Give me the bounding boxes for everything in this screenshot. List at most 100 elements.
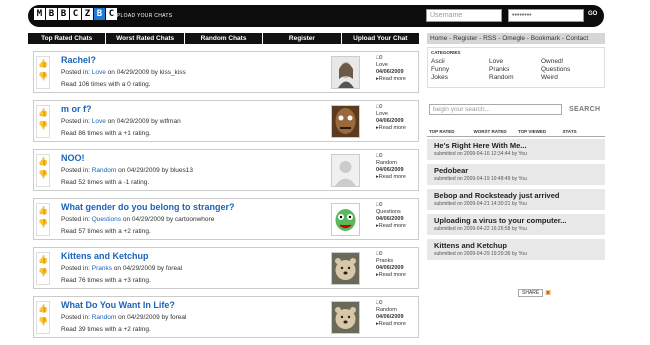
- top-list-item[interactable]: Kittens and Ketchup submitted on 2009-04…: [427, 239, 605, 260]
- category-link[interactable]: Owned!: [541, 58, 601, 66]
- tab-top-rated[interactable]: TOP RATED: [427, 129, 472, 134]
- post-title[interactable]: What Do You Want In Life?: [61, 300, 175, 310]
- post-info-category: Pranks: [376, 258, 394, 264]
- top-item-title[interactable]: Uploading a virus to your computer...: [434, 216, 598, 226]
- top-list-item[interactable]: Pedobear submitted on 2009-04-19 19:48:4…: [427, 164, 605, 185]
- post-category-link[interactable]: Pranks: [92, 265, 112, 272]
- post-date: 04/29/2009: [127, 167, 160, 174]
- nav-upload[interactable]: Upload Your Chat: [342, 33, 419, 44]
- post-thumbnail[interactable]: [331, 105, 360, 138]
- tab-stats[interactable]: STATS: [561, 129, 606, 134]
- share-button[interactable]: SHARE: [518, 288, 544, 297]
- thumbs-down-icon[interactable]: 👎: [37, 217, 49, 230]
- login-go-button[interactable]: GO: [588, 11, 597, 17]
- ranking-tabs: TOP RATED WORST RATED TOP VIEWED STATS: [427, 129, 605, 134]
- logo-letter: M: [34, 8, 45, 20]
- thumbs-down-icon[interactable]: 👎: [37, 119, 49, 132]
- top-list-item[interactable]: Bebop and Rocksteady just arrived submit…: [427, 189, 605, 210]
- top-item-title[interactable]: He's Right Here With Me...: [434, 141, 598, 151]
- post-author: blues13: [170, 167, 193, 174]
- thumbs-up-icon[interactable]: 👍: [37, 253, 49, 266]
- thumbs-up-icon[interactable]: 👍: [37, 57, 49, 70]
- top-list-item[interactable]: He's Right Here With Me... submitted on …: [427, 139, 605, 160]
- post-category-link[interactable]: Love: [92, 118, 106, 125]
- by-label: by: [151, 69, 158, 76]
- post-title[interactable]: What gender do you belong to stranger?: [61, 202, 235, 212]
- top-item-title[interactable]: Kittens and Ketchup: [434, 241, 598, 251]
- site-logo[interactable]: M B B C Z B C: [34, 8, 117, 20]
- post-category-link[interactable]: Love: [92, 69, 106, 76]
- post-category-link[interactable]: Random: [92, 167, 117, 174]
- post-info-date: 04/06/2009: [376, 167, 404, 173]
- read-more-link[interactable]: Read more: [379, 272, 406, 278]
- read-more-link[interactable]: Read more: [379, 76, 406, 82]
- category-link[interactable]: Questions: [541, 66, 601, 74]
- comment-count: 0: [379, 55, 383, 61]
- read-more-link[interactable]: Read more: [379, 125, 406, 131]
- thumbs-up-icon[interactable]: 👍: [37, 106, 49, 119]
- username-field[interactable]: Username: [426, 9, 502, 22]
- search-button[interactable]: SEARCH: [569, 106, 600, 113]
- thumbs-down-icon[interactable]: 👎: [37, 168, 49, 181]
- post-title[interactable]: m or f?: [61, 104, 92, 114]
- main-nav: Top Rated Chats Worst Rated Chats Random…: [28, 33, 419, 44]
- nav-worst-rated[interactable]: Worst Rated Chats: [106, 33, 185, 44]
- top-item-title[interactable]: Bebop and Rocksteady just arrived: [434, 191, 598, 201]
- category-link[interactable]: Jokes: [431, 74, 489, 82]
- thumbs-down-icon[interactable]: 👎: [37, 266, 49, 279]
- post-thumbnail[interactable]: [331, 301, 360, 334]
- top-item-title[interactable]: Pedobear: [434, 166, 598, 176]
- tab-worst-rated[interactable]: WORST RATED: [472, 129, 517, 134]
- post-title[interactable]: NOO!: [61, 153, 85, 163]
- post-thumbnail[interactable]: [331, 56, 360, 89]
- post-item: 👍 👎 NOO! Posted in: Random on 04/29/2009…: [33, 149, 419, 191]
- on-label: on: [118, 314, 126, 321]
- vote-box: 👍 👎: [36, 56, 50, 89]
- password-field[interactable]: ••••••••: [508, 9, 584, 22]
- thumbs-down-icon[interactable]: 👎: [37, 315, 49, 328]
- thumbs-up-icon[interactable]: 👍: [37, 204, 49, 217]
- post-info: □0 Pranks 04/06/2009 ▸Read more: [376, 251, 406, 279]
- post-author: foreal: [165, 265, 183, 272]
- logo-letter: B: [46, 8, 57, 20]
- on-label: on: [113, 265, 122, 272]
- on-label: on: [107, 118, 115, 125]
- nav-top-rated[interactable]: Top Rated Chats: [28, 33, 107, 44]
- sidebar-links[interactable]: Home - Register - RSS - Omegle - Bookmar…: [427, 33, 605, 44]
- post-info-category: Questions: [376, 209, 401, 215]
- post-title[interactable]: Kittens and Ketchup: [61, 251, 149, 261]
- post-info: □0 Random 04/06/2009 ▸Read more: [376, 153, 406, 181]
- by-label: by: [166, 216, 174, 223]
- post-date: 04/29/2009: [122, 265, 156, 272]
- post-category-link[interactable]: Random: [92, 314, 117, 321]
- thumbs-up-icon[interactable]: 👍: [37, 302, 49, 315]
- post-thumbnail[interactable]: [331, 252, 360, 285]
- vote-box: 👍 👎: [36, 154, 50, 187]
- tab-top-viewed[interactable]: TOP VIEWED: [516, 129, 561, 134]
- post-title[interactable]: Rachel?: [61, 55, 96, 65]
- search-input[interactable]: begin your search...: [429, 104, 562, 115]
- nav-random[interactable]: Random Chats: [185, 33, 264, 44]
- category-link[interactable]: Funny: [431, 66, 489, 74]
- category-link[interactable]: Weird: [541, 74, 601, 82]
- post-thumbnail[interactable]: [331, 154, 360, 187]
- post-thumbnail[interactable]: [331, 203, 360, 236]
- post-category-link[interactable]: Questions: [92, 216, 121, 223]
- read-more-link[interactable]: Read more: [379, 321, 406, 327]
- rss-icon[interactable]: ▣: [545, 289, 551, 296]
- nav-register[interactable]: Register: [263, 33, 342, 44]
- thumbs-down-icon[interactable]: 👎: [37, 70, 49, 83]
- category-link[interactable]: Love: [489, 58, 541, 66]
- vote-box: 👍 👎: [36, 105, 50, 138]
- post-date: 04/29/2009: [127, 314, 160, 321]
- category-link[interactable]: Pranks: [489, 66, 541, 74]
- comment-count: 0: [379, 104, 383, 110]
- post-info-date: 04/06/2009: [376, 118, 404, 124]
- top-list-item[interactable]: Uploading a virus to your computer... su…: [427, 214, 605, 235]
- top-item-sub: submitted on 2009-04-16 12:34:44 by You: [434, 151, 527, 157]
- category-link[interactable]: Ascii: [431, 58, 489, 66]
- read-more-link[interactable]: Read more: [379, 223, 406, 229]
- thumbs-up-icon[interactable]: 👍: [37, 155, 49, 168]
- read-more-link[interactable]: Read more: [379, 174, 406, 180]
- category-link[interactable]: Random: [489, 74, 541, 82]
